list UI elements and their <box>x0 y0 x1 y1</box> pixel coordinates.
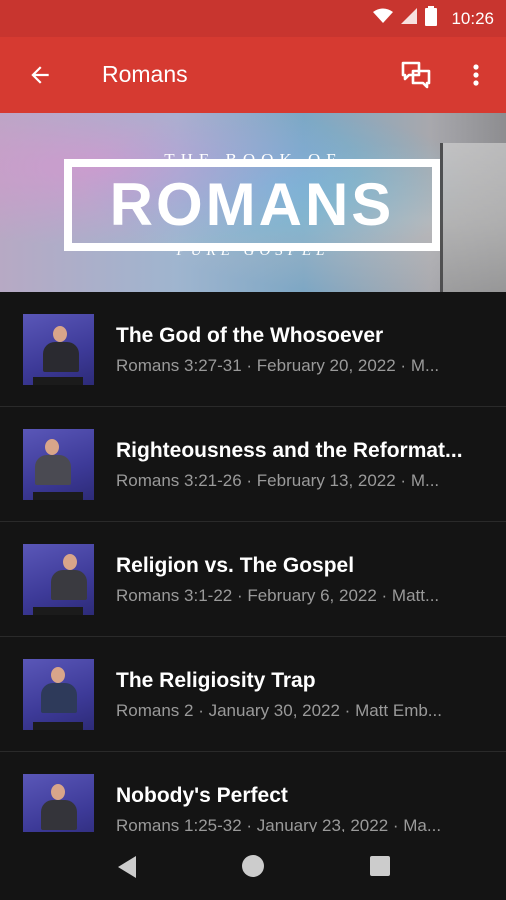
sermon-subtitle: Romans 2 · January 30, 2022 · Matt Emb..… <box>116 701 442 720</box>
status-bar: 10:26 <box>0 0 506 37</box>
sermon-subtitle: Romans 3:1-22 · February 6, 2022 · Matt.… <box>116 586 440 605</box>
list-item[interactable]: The God of the Whosoever Romans 3:27-31 … <box>0 292 506 407</box>
sermon-title: The Religiosity Trap <box>116 669 316 692</box>
nav-recents-icon[interactable] <box>370 856 390 876</box>
cell-signal-icon <box>401 8 418 29</box>
list-item[interactable]: Religion vs. The Gospel Romans 3:1-22 · … <box>0 522 506 637</box>
nav-home-icon[interactable] <box>242 855 264 877</box>
sermon-subtitle: Romans 3:21-26 · February 13, 2022 · M..… <box>116 471 440 490</box>
sermon-subtitle: Romans 3:27-31 · February 20, 2022 · M..… <box>116 356 440 375</box>
sermon-thumbnail <box>23 774 94 832</box>
page-title: Romans <box>102 61 188 87</box>
list-item[interactable]: Righteousness and the Reformat... Romans… <box>0 407 506 522</box>
sermon-title: Nobody's Perfect <box>116 784 288 807</box>
sermon-title: The God of the Whosoever <box>116 324 384 347</box>
series-banner: THE BOOK OF ROMANS PURE GOSPEL <box>0 113 506 292</box>
banner-main-text: ROMANS <box>109 171 395 238</box>
sermon-thumbnail <box>23 429 94 500</box>
app-bar: Romans <box>0 37 506 113</box>
wifi-icon <box>373 8 394 29</box>
sermon-title: Righteousness and the Reformat... <box>116 439 463 462</box>
chat-button[interactable] <box>396 55 436 95</box>
sermon-list: The God of the Whosoever Romans 3:27-31 … <box>0 292 506 832</box>
banner-top-text: THE BOOK OF <box>164 150 342 169</box>
list-item[interactable]: Nobody's Perfect Romans 1:25-32 · Januar… <box>0 752 506 832</box>
banner-sub-text: PURE GOSPEL <box>176 243 330 259</box>
system-nav-bar <box>0 832 506 900</box>
chat-icon <box>401 61 431 89</box>
list-item[interactable]: The Religiosity Trap Romans 2 · January … <box>0 637 506 752</box>
nav-back-button[interactable] <box>114 854 140 880</box>
sermon-thumbnail <box>23 314 94 385</box>
sermon-thumbnail <box>23 544 94 615</box>
battery-icon <box>425 6 438 31</box>
back-button[interactable] <box>20 55 60 95</box>
back-arrow-icon <box>31 66 49 84</box>
nav-back-icon <box>118 856 136 878</box>
sermon-title: Religion vs. The Gospel <box>116 554 355 577</box>
more-vert-icon <box>473 64 479 86</box>
status-time: 10:26 <box>451 8 494 28</box>
sermon-subtitle: Romans 1:25-32 · January 23, 2022 · Ma..… <box>116 816 442 832</box>
sermon-thumbnail <box>23 659 94 730</box>
more-options-button[interactable] <box>456 55 496 95</box>
